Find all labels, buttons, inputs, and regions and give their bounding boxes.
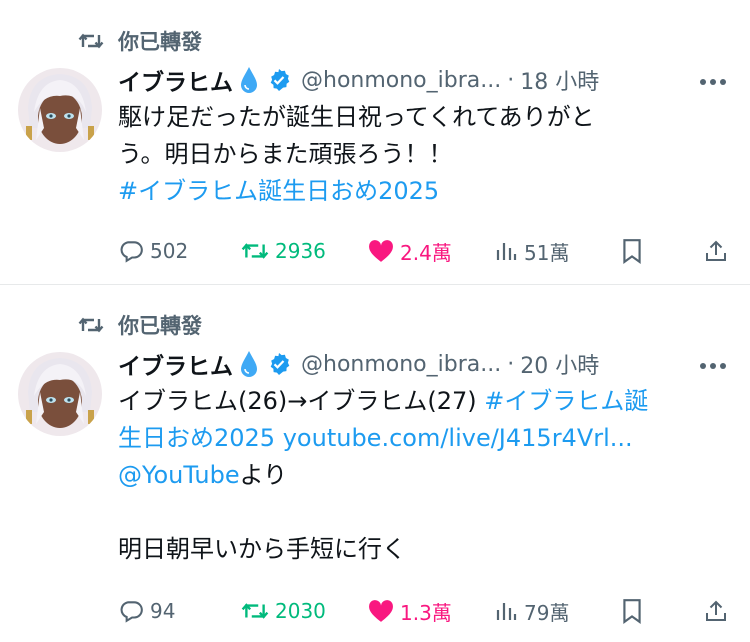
text-run: う。明日からまた頑張ろう！！ xyxy=(118,140,453,168)
repost-label: 你已轉發 xyxy=(118,314,202,338)
url-link[interactable]: youtube.com/live/J415r4Vrl... xyxy=(283,424,633,452)
text-run: イブラヒム(26)→イブラヒム(27) xyxy=(118,387,485,415)
reply-count: 94 xyxy=(150,599,176,623)
timestamp[interactable]: 18 小時 xyxy=(520,64,599,96)
more-options-icon[interactable] xyxy=(698,70,728,94)
user-handle[interactable]: @honmono_ibra... xyxy=(301,68,501,93)
tweet-text-line: 生日おめ2025 youtube.com/live/J415r4Vrl... xyxy=(118,420,718,457)
hashtag-link[interactable]: #イブラヒム誕生日おめ2025 xyxy=(118,177,439,205)
text-run: 駆け足だったが誕生日祝ってくれてありがと xyxy=(118,103,595,131)
display-name[interactable]: イブラヒム xyxy=(118,63,233,97)
tweet-text-line: @YouTubeより xyxy=(118,457,718,494)
tweet[interactable]: 你已轉發 イブラヒム @honmono_ibra... · 20 小時 イブラヒ… xyxy=(0,286,750,642)
repost-label: 你已轉發 xyxy=(118,30,202,54)
heart-filled-icon xyxy=(369,600,393,622)
tweet-text: イブラヒム(26)→イブラヒム(27) #イブラヒム誕 生日おめ2025 you… xyxy=(118,383,718,568)
like-button[interactable]: 2.4萬 xyxy=(368,231,452,271)
bookmark-icon xyxy=(623,599,641,624)
action-bar: 94 2030 1.3萬 79萬 xyxy=(0,591,750,631)
repost-icon xyxy=(78,30,104,52)
share-button[interactable] xyxy=(696,591,736,631)
text-run: 明日朝早いから手短に行く xyxy=(118,535,406,563)
avatar[interactable] xyxy=(18,352,102,436)
bookmark-button[interactable] xyxy=(612,591,652,631)
tweet-header: イブラヒム @honmono_ibra... · 20 小時 xyxy=(118,344,750,384)
separator: · xyxy=(507,67,515,93)
views-count: 79萬 xyxy=(524,600,570,625)
tweet-text-line: 明日朝早いから手短に行く xyxy=(118,531,718,568)
hashtag-link[interactable]: #イブラヒム誕 xyxy=(484,387,648,415)
tweet-text-line: イブラヒム(26)→イブラヒム(27) #イブラヒム誕 xyxy=(118,383,718,420)
repost-button[interactable]: 2030 xyxy=(241,591,326,631)
tweet-text-line xyxy=(118,494,718,531)
repost-icon xyxy=(241,603,269,619)
repost-icon xyxy=(241,243,269,259)
user-handle[interactable]: @honmono_ibra... xyxy=(301,352,501,377)
bookmark-button[interactable] xyxy=(612,231,652,271)
verified-badge-icon xyxy=(267,68,291,92)
repost-count: 2936 xyxy=(275,239,326,263)
display-name[interactable]: イブラヒム xyxy=(118,347,233,381)
tweet-header: イブラヒム @honmono_ibra... · 18 小時 xyxy=(118,60,750,100)
reply-button[interactable]: 502 xyxy=(118,231,188,271)
reply-button[interactable]: 94 xyxy=(118,591,175,631)
like-count: 1.3萬 xyxy=(400,600,452,625)
tweet-text-line: 駆け足だったが誕生日祝ってくれてありがと xyxy=(118,99,718,136)
repost-indicator: 你已轉發 xyxy=(78,310,202,340)
views-button[interactable]: 51萬 xyxy=(494,231,569,271)
bookmark-icon xyxy=(623,239,641,264)
like-button[interactable]: 1.3萬 xyxy=(368,591,452,631)
timestamp[interactable]: 20 小時 xyxy=(520,348,599,380)
tweet-text-line: う。明日からまた頑張ろう！！ xyxy=(118,136,718,173)
text-run xyxy=(275,424,283,452)
repost-count: 2030 xyxy=(275,599,326,623)
views-count: 51萬 xyxy=(524,240,570,265)
reply-icon xyxy=(120,241,143,263)
mention-link[interactable]: @YouTube xyxy=(118,461,240,489)
share-button[interactable] xyxy=(696,231,736,271)
verified-badge-icon xyxy=(267,352,291,376)
views-icon xyxy=(496,603,517,620)
tweet[interactable]: 你已轉發 イブラヒム @honmono_ibra... · 18 小時 駆け足だ… xyxy=(0,0,750,285)
action-bar: 502 2936 2.4萬 51萬 xyxy=(0,231,750,271)
share-icon xyxy=(706,600,726,621)
more-options-icon[interactable] xyxy=(698,354,728,378)
views-button[interactable]: 79萬 xyxy=(494,591,569,631)
repost-button[interactable]: 2936 xyxy=(241,231,326,271)
separator: · xyxy=(507,351,515,377)
tweet-text: 駆け足だったが誕生日祝ってくれてありがと う。明日からまた頑張ろう！！ #イブラ… xyxy=(118,99,718,210)
water-drop-icon xyxy=(239,66,259,94)
repost-indicator: 你已轉發 xyxy=(78,26,202,56)
views-icon xyxy=(496,243,517,260)
reply-icon xyxy=(120,601,143,623)
avatar[interactable] xyxy=(18,68,102,152)
reply-count: 502 xyxy=(150,239,189,263)
repost-icon xyxy=(78,314,104,336)
text-run: より xyxy=(239,461,288,489)
share-icon xyxy=(706,240,726,261)
hashtag-link[interactable]: 生日おめ2025 xyxy=(118,424,275,452)
heart-filled-icon xyxy=(369,240,393,262)
like-count: 2.4萬 xyxy=(400,240,452,265)
water-drop-icon xyxy=(239,350,259,378)
tweet-text-line: #イブラヒム誕生日おめ2025 xyxy=(118,173,718,210)
